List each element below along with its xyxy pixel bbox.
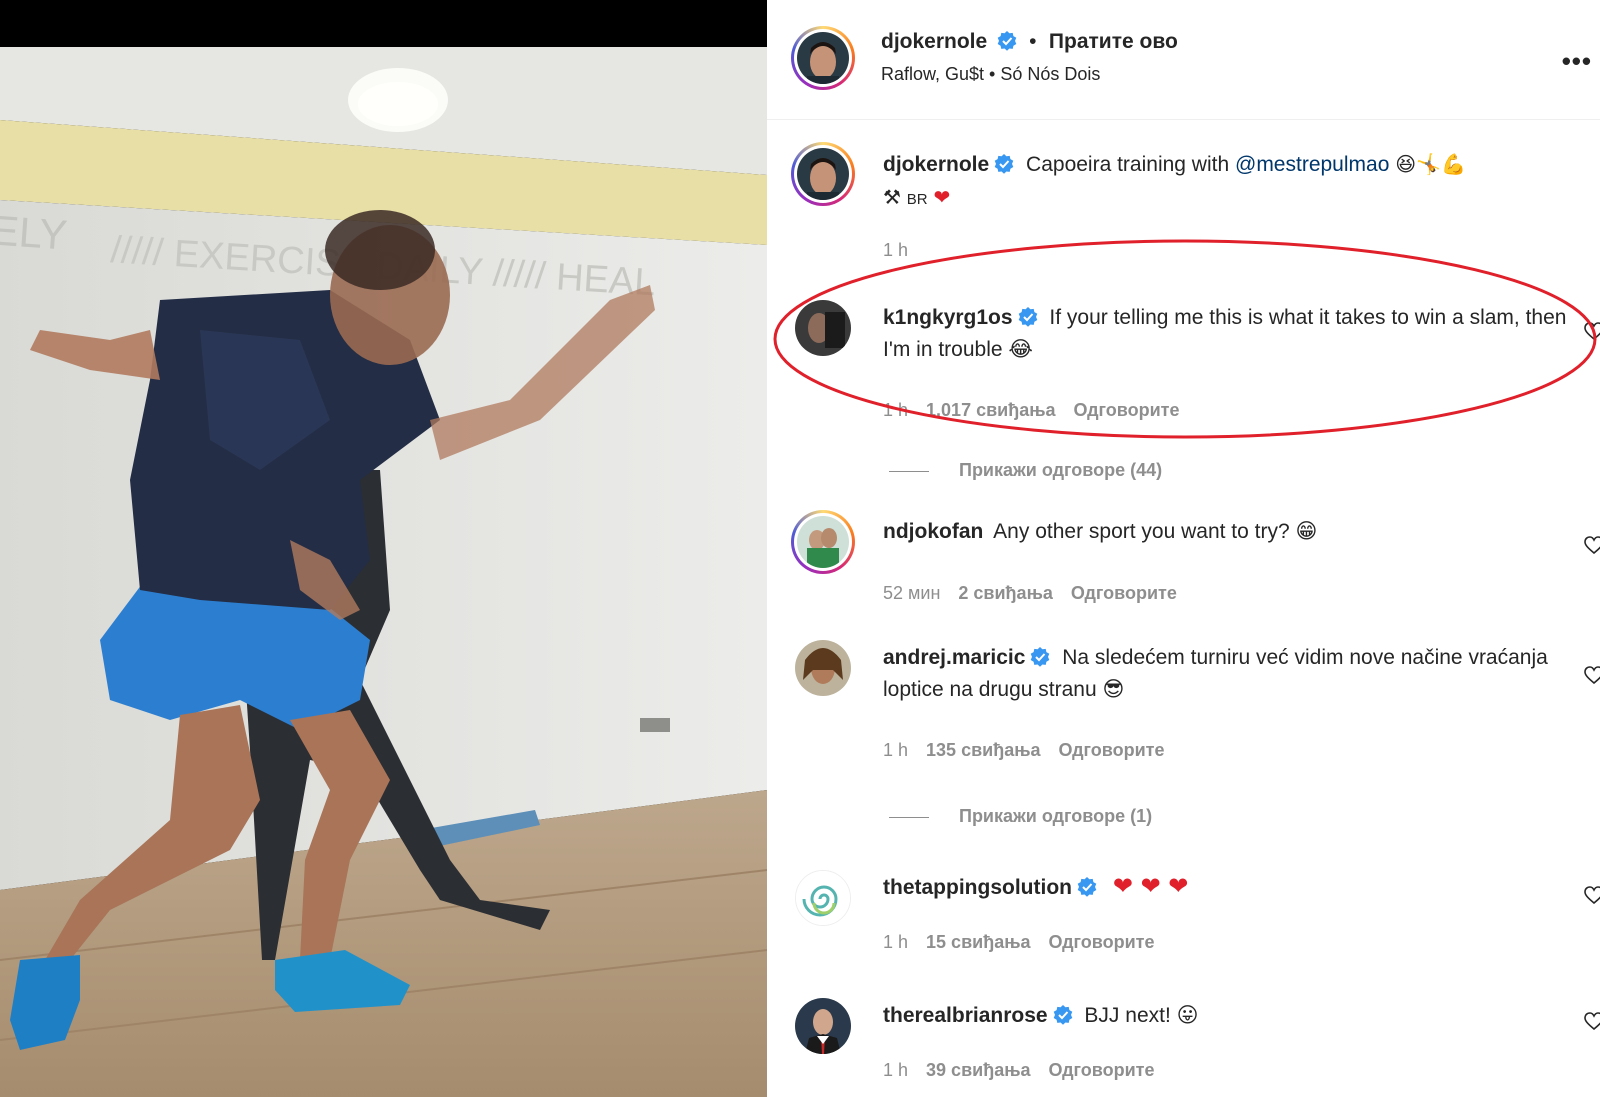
heart-icon[interactable] bbox=[1584, 666, 1600, 686]
author-avatar[interactable] bbox=[791, 26, 855, 90]
comment-likes[interactable]: 1.017 свиђања bbox=[926, 400, 1056, 420]
more-options-icon[interactable]: ••• bbox=[1562, 46, 1592, 77]
caption-heart: ❤ bbox=[933, 185, 951, 209]
verified-badge-icon bbox=[1018, 307, 1037, 327]
comment-likes[interactable]: 39 свиђања bbox=[926, 1060, 1031, 1080]
audio-track[interactable]: Raflow, Gu$t • Só Nós Dois bbox=[881, 64, 1100, 85]
video-frame: ELY ///// EXERCISE DAILY ///// HEAL bbox=[0, 0, 767, 1097]
caption: djokernole Capoeira training with @mestr… bbox=[883, 148, 1573, 216]
caption-text: Capoeira training with bbox=[1026, 153, 1235, 176]
comment-avatar[interactable] bbox=[795, 870, 851, 926]
reply-button[interactable]: Одговорите bbox=[1059, 740, 1165, 760]
heart-icon[interactable] bbox=[1584, 322, 1600, 342]
comment-likes[interactable]: 135 свиђања bbox=[926, 740, 1041, 760]
reply-button[interactable]: Одговорите bbox=[1049, 1060, 1155, 1080]
caption-line2-emoji: ⚒ bbox=[883, 185, 901, 209]
face-photo bbox=[797, 32, 849, 84]
comment-time: 1 h bbox=[883, 740, 909, 760]
face-photo bbox=[795, 300, 851, 356]
comment-2: ndjokofan Any other sport you want to tr… bbox=[883, 516, 1573, 548]
comment-likes[interactable]: 2 свиђања bbox=[958, 583, 1052, 603]
face-photo bbox=[795, 640, 851, 696]
reply-button[interactable]: Одговорите bbox=[1049, 932, 1155, 952]
reply-button[interactable]: Одговорите bbox=[1074, 400, 1180, 420]
divider-line bbox=[889, 470, 929, 472]
verified-badge-icon bbox=[997, 31, 1016, 51]
comment-text: Any other sport you want to try? 😁 bbox=[993, 520, 1318, 543]
comment-username[interactable]: ndjokofan bbox=[883, 520, 983, 543]
caption-avatar[interactable] bbox=[791, 142, 855, 206]
swirl-logo-icon bbox=[796, 871, 850, 925]
heart-icon[interactable] bbox=[1584, 886, 1600, 906]
caption-username[interactable]: djokernole bbox=[883, 153, 989, 176]
follow-button[interactable]: Пратите ово bbox=[1049, 30, 1178, 53]
comment-avatar[interactable] bbox=[795, 640, 851, 696]
verified-badge-icon bbox=[1031, 647, 1050, 667]
comment-5: therealbrianrose BJJ next! 😛 bbox=[883, 1000, 1573, 1032]
comment-4: thetappingsolution ❤ ❤ ❤ bbox=[883, 870, 1573, 904]
face-photo bbox=[797, 148, 849, 200]
view-replies-button[interactable]: Прикажи одговоре (1) bbox=[889, 806, 1152, 827]
video-player[interactable]: ELY ///// EXERCISE DAILY ///// HEAL bbox=[0, 0, 767, 1097]
header-title-row: djokernole • Пратите ово bbox=[881, 30, 1178, 54]
heart-icon[interactable] bbox=[1584, 1012, 1600, 1032]
divider-line bbox=[889, 816, 929, 818]
comment-username[interactable]: k1ngkyrg1os bbox=[883, 306, 1013, 329]
comment-meta: 52 мин 2 свиђања Одговорите bbox=[883, 583, 1195, 604]
comment-likes[interactable]: 15 свиђања bbox=[926, 932, 1031, 952]
comment-meta: 1 h 39 свиђања Одговорите bbox=[883, 1060, 1172, 1081]
comment-username[interactable]: therealbrianrose bbox=[883, 1004, 1048, 1027]
header-username[interactable]: djokernole bbox=[881, 30, 987, 53]
view-replies-label: Прикажи одговоре (1) bbox=[959, 806, 1153, 826]
comment-meta: 1 h 1.017 свиђања Одговорите bbox=[883, 400, 1198, 421]
face-photo bbox=[795, 998, 851, 1054]
caption-mention[interactable]: @mestrepulmao bbox=[1235, 153, 1389, 176]
face-photo bbox=[797, 516, 849, 568]
comment-text: BJJ next! 😛 bbox=[1084, 1004, 1199, 1027]
comment-3: andrej.maricic Na sledećem turniru već v… bbox=[883, 642, 1573, 706]
comment-time: 1 h bbox=[883, 400, 909, 420]
post-panel: djokernole • Пратите ово Raflow, Gu$t • … bbox=[767, 0, 1600, 1097]
comment-avatar[interactable] bbox=[795, 300, 851, 356]
post-header: djokernole • Пратите ово Raflow, Gu$t • … bbox=[767, 0, 1600, 120]
comment-meta: 1 h 15 свиђања Одговорите bbox=[883, 932, 1172, 953]
reply-button[interactable]: Одговорите bbox=[1071, 583, 1177, 603]
comment-avatar[interactable] bbox=[795, 998, 851, 1054]
caption-time: 1 h bbox=[883, 240, 909, 260]
comment-time: 52 мин bbox=[883, 583, 941, 603]
verified-badge-icon bbox=[1077, 877, 1097, 897]
comment-time: 1 h bbox=[883, 932, 909, 952]
comment-username[interactable]: thetappingsolution bbox=[883, 876, 1072, 899]
comment-meta: 1 h 135 свиђања Одговорите bbox=[883, 740, 1183, 761]
comment-text: ❤ ❤ ❤ bbox=[1112, 872, 1189, 900]
verified-badge-icon bbox=[994, 154, 1014, 174]
caption-emojis: 😆🤸💪 bbox=[1395, 152, 1466, 176]
view-replies-label: Прикажи одговоре (44) bbox=[959, 460, 1163, 480]
view-replies-button[interactable]: Прикажи одговоре (44) bbox=[889, 460, 1162, 481]
comment-time: 1 h bbox=[883, 1060, 909, 1080]
header-separator: • bbox=[1029, 30, 1037, 53]
comment-1: k1ngkyrg1os If your telling me this is w… bbox=[883, 302, 1573, 366]
heart-icon[interactable] bbox=[1584, 536, 1600, 556]
wall-text-left: ELY bbox=[0, 206, 69, 258]
comment-avatar[interactable] bbox=[791, 510, 855, 574]
caption-line2-text: BR bbox=[906, 191, 928, 208]
comment-username[interactable]: andrej.maricic bbox=[883, 646, 1025, 669]
verified-badge-icon bbox=[1053, 1005, 1072, 1025]
